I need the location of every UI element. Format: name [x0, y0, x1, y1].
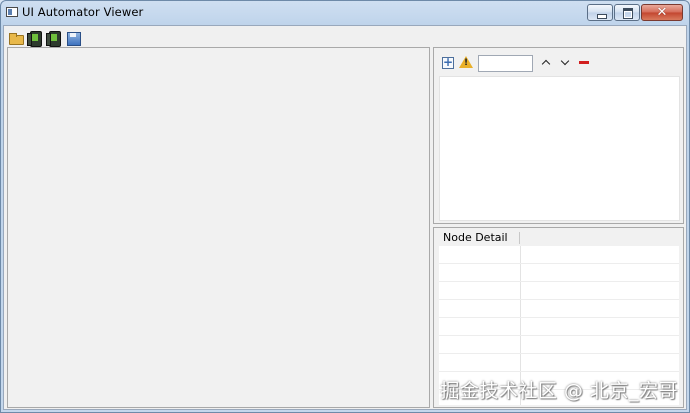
screenshot-panel[interactable] [7, 47, 430, 408]
table-row[interactable] [439, 281, 679, 282]
device-screenshot-icon[interactable] [26, 29, 44, 47]
title-bar[interactable]: UI Automator Viewer ✕ [1, 1, 689, 25]
table-row[interactable] [439, 353, 679, 354]
window-controls: ✕ [586, 4, 683, 22]
table-row[interactable] [439, 371, 679, 372]
chevron-up-icon[interactable] [539, 55, 555, 71]
table-row[interactable] [439, 299, 679, 300]
maximize-button[interactable] [614, 4, 640, 21]
warning-icon[interactable] [458, 55, 474, 71]
toggle-naf-icon[interactable] [577, 55, 593, 71]
table-row[interactable] [439, 317, 679, 318]
app-window: UI Automator Viewer ✕ + ! Node Detail [0, 0, 690, 413]
main-client-area: Node Detail [3, 25, 687, 410]
column-separator[interactable] [519, 232, 520, 244]
hierarchy-toolbar [440, 53, 596, 73]
chevron-down-icon[interactable] [558, 55, 574, 71]
search-input[interactable] [478, 54, 533, 72]
close-button[interactable]: ✕ [641, 4, 683, 21]
table-row[interactable] [439, 263, 679, 264]
hierarchy-panel [433, 47, 684, 224]
expand-all-icon[interactable] [440, 54, 456, 71]
save-icon[interactable] [64, 29, 82, 47]
window-title: UI Automator Viewer [22, 5, 144, 19]
table-row[interactable] [439, 335, 679, 336]
node-detail-title: Node Detail [443, 231, 508, 244]
device-screenshot-compressed-icon[interactable] [45, 29, 63, 47]
close-icon: ✕ [656, 5, 668, 20]
node-detail-header: Node Detail [439, 231, 679, 245]
minimize-icon [588, 5, 612, 20]
maximize-icon [615, 5, 639, 20]
hierarchy-tree[interactable] [439, 76, 680, 221]
watermark: 掘金技术社区 @ 北京_宏哥 [440, 380, 678, 402]
minimize-button[interactable] [587, 4, 613, 21]
app-window-icon [6, 7, 18, 17]
main-toolbar [4, 27, 687, 49]
open-folder-icon[interactable] [7, 29, 25, 47]
